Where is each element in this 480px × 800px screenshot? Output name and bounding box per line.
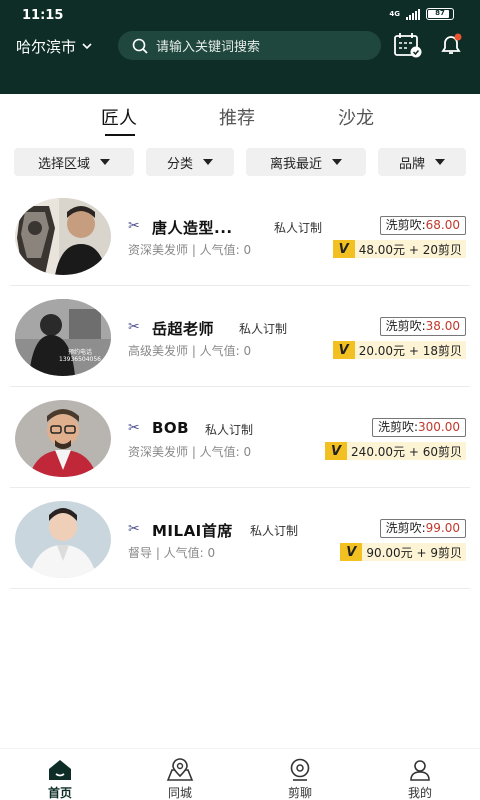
filter-brand-label: 品牌 [398, 156, 425, 172]
price-label: 洗剪吹: [377, 420, 418, 434]
price-value: 300.00 [418, 420, 460, 434]
price-label: 洗剪吹: [385, 218, 426, 232]
promo-text: 240.00元 + 60剪贝 [351, 444, 462, 459]
filter-region[interactable]: 选择区域 [14, 148, 134, 176]
price-badge: 洗剪吹:38.00 [379, 317, 466, 336]
avatar [15, 198, 111, 275]
price-value: 38.00 [425, 319, 460, 333]
nav-home[interactable]: 首页 [0, 749, 120, 800]
battery-icon: 87 [426, 8, 454, 20]
caret-down-icon [100, 159, 110, 165]
price-badge: 洗剪吹:68.00 [379, 216, 466, 235]
status-bar: 11:15 4G 87 [0, 0, 480, 30]
active-tab-indicator [105, 134, 135, 136]
stylist-tag: 私人订制 [205, 423, 254, 437]
tab-craftsmen[interactable]: 匠人 [101, 104, 137, 130]
stylist-card[interactable]: 预约电话 13936504056 ✂ 岳超老师 私人订制 高级美发师 | 人气值… [10, 287, 470, 387]
network-indicator: 4G [389, 10, 400, 18]
filter-brand[interactable]: 品牌 [378, 148, 466, 176]
stylist-card[interactable]: ✂ MILAI首席 私人订制 督导 | 人气值: 0 洗剪吹:99.00 V 9… [10, 489, 470, 589]
price-value: 99.00 [425, 521, 460, 535]
nav-chat[interactable]: 剪聊 [240, 749, 360, 800]
nav-home-label: 首页 [47, 786, 72, 800]
profile-icon [410, 760, 430, 781]
stylist-tag: 私人订制 [239, 322, 288, 336]
filter-bar: 选择区域 分类 离我最近 品牌 [0, 148, 480, 176]
stylist-subtitle: 资深美发师 | 人气值: 0 [128, 243, 252, 257]
battery-level: 87 [435, 9, 445, 17]
status-indicators: 4G 87 [389, 8, 454, 20]
scissors-icon: ✂ [128, 420, 140, 436]
nav-chat-label: 剪聊 [287, 786, 312, 800]
caret-down-icon [203, 159, 213, 165]
vip-badge-icon: V [332, 341, 355, 359]
promo-badge: V 20.00元 + 18剪贝 [332, 341, 466, 359]
price-label: 洗剪吹: [385, 319, 426, 333]
stylist-subtitle: 资深美发师 | 人气值: 0 [128, 445, 252, 459]
filter-category-label: 分类 [166, 156, 193, 172]
calendar-check-icon[interactable] [393, 32, 423, 58]
status-time: 11:15 [22, 8, 64, 23]
filter-distance-label: 离我最近 [269, 156, 322, 172]
avatar [15, 400, 111, 477]
search-input[interactable]: 请输入关键词搜索 [118, 31, 381, 60]
home-icon [49, 760, 71, 780]
chevron-down-icon [82, 43, 92, 50]
promo-badge: V 48.00元 + 20剪贝 [332, 240, 466, 258]
stylist-tag: 私人订制 [250, 524, 299, 538]
stylist-tag: 私人订制 [274, 221, 323, 235]
caret-down-icon [435, 159, 445, 165]
tab-salon[interactable]: 沙龙 [338, 104, 374, 130]
bell-icon[interactable] [439, 32, 463, 56]
city-label: 哈尔滨市 [16, 38, 77, 56]
filter-region-label: 选择区域 [37, 156, 90, 172]
nav-profile-label: 我的 [407, 786, 432, 800]
vip-badge-icon: V [325, 442, 348, 460]
promo-text: 48.00元 + 20剪贝 [358, 242, 462, 257]
stylist-subtitle: 督导 | 人气值: 0 [128, 546, 216, 560]
search-icon [132, 38, 148, 54]
price-label: 洗剪吹: [385, 521, 426, 535]
promo-badge: V 90.00元 + 9剪贝 [340, 543, 466, 561]
map-pin-icon [166, 758, 194, 781]
promo-text: 90.00元 + 9剪贝 [366, 545, 462, 560]
promo-text: 20.00元 + 18剪贝 [358, 343, 462, 358]
avatar [15, 501, 111, 578]
city-selector[interactable]: 哈尔滨市 [16, 36, 92, 57]
vip-badge-icon: V [332, 240, 355, 258]
chat-icon [290, 758, 310, 781]
stylist-card[interactable]: ✂ BOB 私人订制 资深美发师 | 人气值: 0 洗剪吹:300.00 V 2… [10, 388, 470, 488]
nav-local-label: 同城 [167, 786, 192, 800]
stylist-name: 岳超老师 [152, 320, 215, 338]
signal-icon [406, 8, 420, 20]
app-header: 11:15 4G 87 哈尔滨市 请输入关键词搜索 [0, 0, 480, 94]
scissors-icon: ✂ [128, 319, 140, 335]
bottom-navigation: 首页 同城 剪聊 我的 [0, 748, 480, 800]
stylist-card[interactable]: ✂ 唐人造型... 私人订制 资深美发师 | 人气值: 0 洗剪吹:68.00 … [10, 186, 470, 286]
avatar: 预约电话 13936504056 [15, 299, 111, 376]
search-placeholder: 请输入关键词搜索 [156, 40, 261, 55]
vip-badge-icon: V [340, 543, 363, 561]
scissors-icon: ✂ [128, 521, 140, 537]
stylist-name: BOB [152, 419, 190, 437]
price-badge: 洗剪吹:300.00 [371, 418, 466, 437]
scissors-icon: ✂ [128, 218, 140, 234]
caret-down-icon [332, 159, 342, 165]
filter-distance[interactable]: 离我最近 [246, 148, 366, 176]
avatar-caption: 预约电话 13936504056 [59, 349, 101, 363]
promo-badge: V 240.00元 + 60剪贝 [325, 442, 466, 460]
stylist-subtitle: 高级美发师 | 人气值: 0 [128, 344, 252, 358]
stylist-name: MILAI首席 [152, 522, 233, 540]
filter-category[interactable]: 分类 [146, 148, 234, 176]
stylist-name: 唐人造型... [152, 219, 233, 237]
price-badge: 洗剪吹:99.00 [379, 519, 466, 538]
nav-local[interactable]: 同城 [120, 749, 240, 800]
category-tabs: 匠人 推荐 沙龙 [0, 94, 480, 138]
tab-recommended[interactable]: 推荐 [219, 104, 255, 130]
price-value: 68.00 [425, 218, 460, 232]
nav-profile[interactable]: 我的 [360, 749, 480, 800]
